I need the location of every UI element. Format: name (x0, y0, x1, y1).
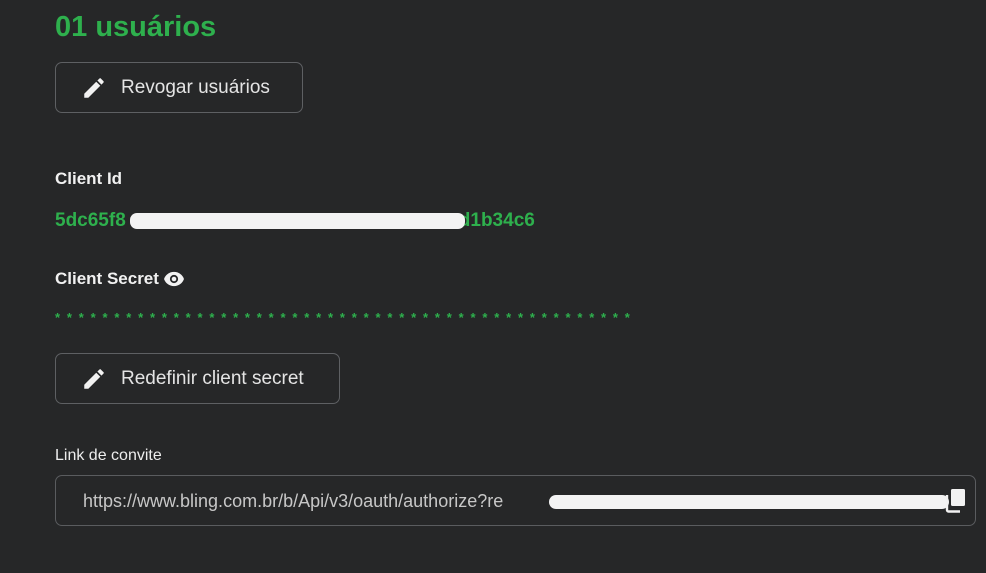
client-id-start: 5dc65f8 (55, 210, 126, 231)
client-id-end: d1b34c6 (458, 210, 535, 231)
reset-client-secret-button[interactable]: Redefinir client secret (55, 353, 340, 404)
invite-link-redaction (549, 495, 949, 509)
reset-client-secret-label: Redefinir client secret (121, 367, 304, 389)
client-id-label: Client Id (55, 169, 123, 188)
pencil-icon (84, 368, 104, 389)
users-count-title: 01 usuários (55, 11, 217, 43)
revoke-users-label: Revogar usuários (121, 76, 270, 98)
invite-link-value[interactable]: https://www.bling.com.br/b/Api/v3/oauth/… (83, 491, 503, 512)
client-secret-label: Client Secret (55, 269, 159, 288)
revoke-users-button[interactable]: Revogar usuários (55, 62, 303, 113)
copy-icon[interactable] (945, 488, 967, 514)
eye-icon[interactable] (163, 271, 185, 287)
oauth-app-panel: 01 usuários Revogar usuários Client Id 5… (0, 0, 986, 573)
client-secret-masked-value: * * * * * * * * * * * * * * * * * * * * … (55, 310, 632, 325)
client-secret-label-row: Client Secret (55, 269, 185, 289)
invite-link-label: Link de convite (55, 447, 162, 464)
pencil-icon (84, 77, 104, 98)
invite-link-field[interactable]: https://www.bling.com.br/b/Api/v3/oauth/… (55, 475, 976, 526)
client-id-redaction (130, 213, 465, 229)
